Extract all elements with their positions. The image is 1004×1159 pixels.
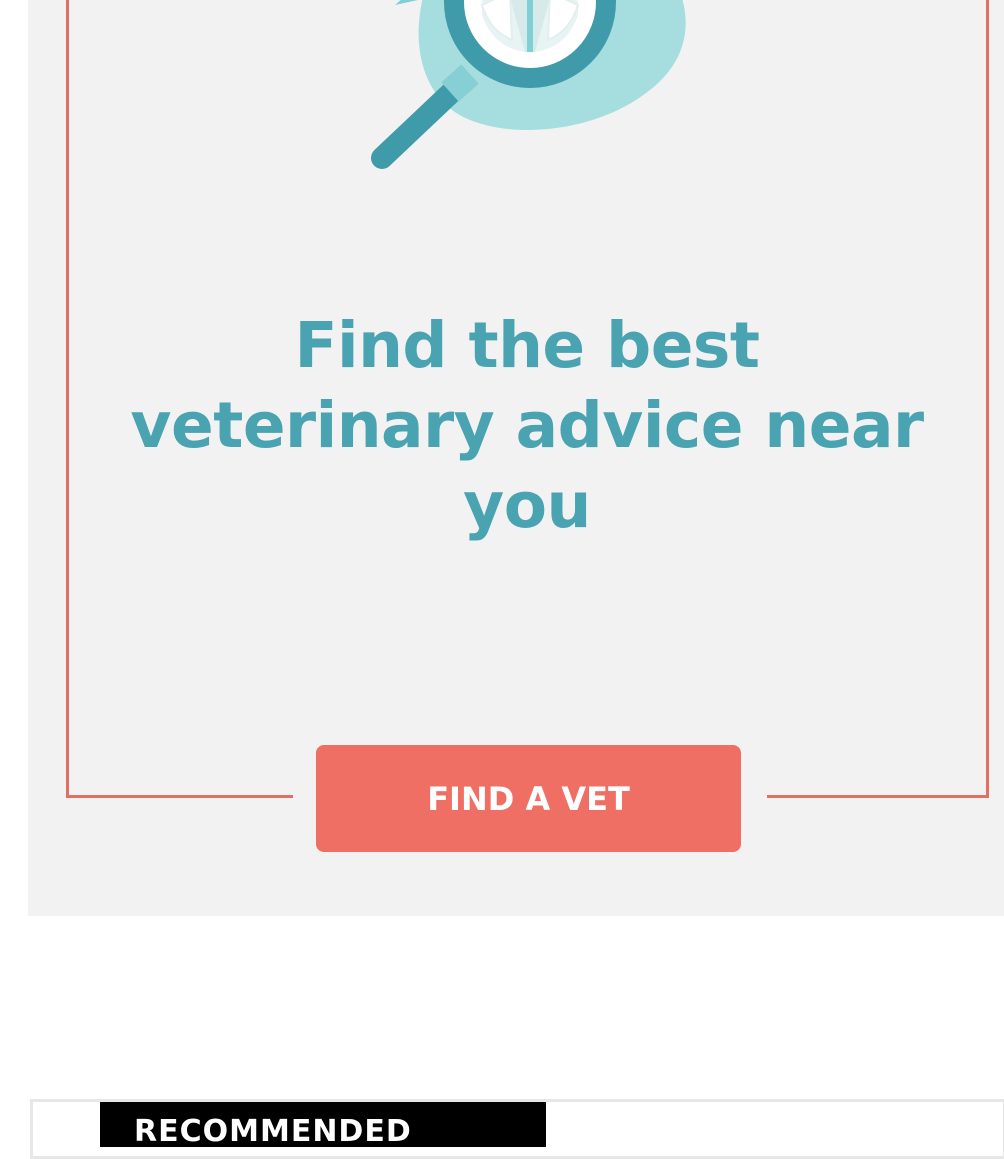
frame-right-border	[986, 0, 989, 797]
find-a-vet-button[interactable]: FIND A VET	[316, 745, 741, 852]
recommended-label: RECOMMENDED	[100, 1102, 546, 1147]
frame-left-border	[66, 0, 69, 797]
magnifier-vet-icon	[371, 0, 686, 169]
promo-headline: Find the best veterinary advice near you	[130, 309, 924, 542]
frame-bottom-right-border	[767, 795, 989, 798]
frame-bottom-left-border	[66, 795, 293, 798]
